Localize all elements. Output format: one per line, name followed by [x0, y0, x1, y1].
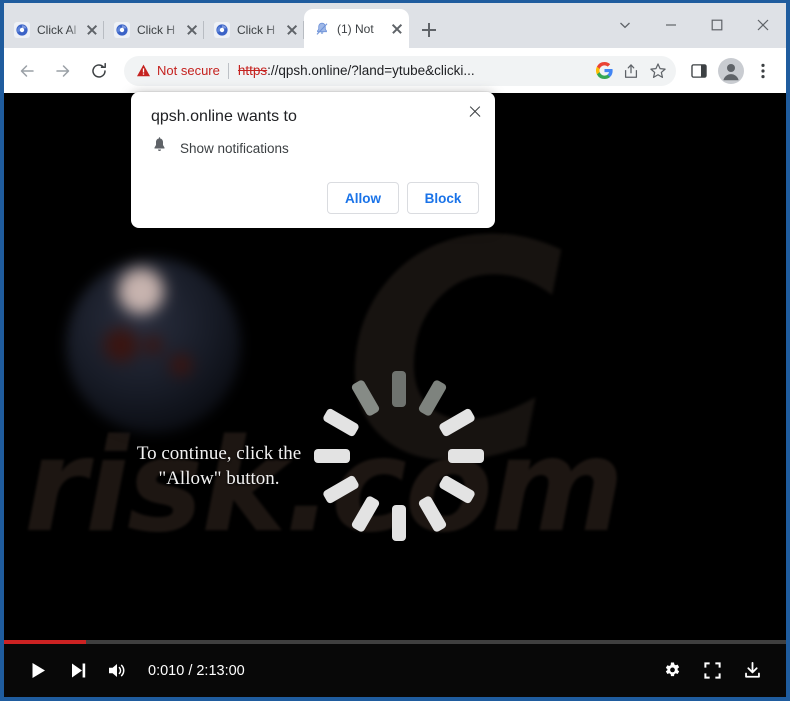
url-scheme-strikethrough: https: [237, 63, 268, 78]
browser-toolbar: Not secure https://qpsh.online/?land=ytu…: [4, 48, 786, 93]
new-tab-button[interactable]: [415, 16, 443, 44]
close-icon[interactable]: [740, 3, 786, 47]
back-arrow-icon[interactable]: [12, 56, 42, 86]
spinner-spoke: [321, 407, 361, 438]
time-display: 0:010 / 2:13:00: [148, 662, 245, 679]
spinner-spoke: [350, 378, 381, 418]
download-icon[interactable]: [732, 651, 772, 691]
dialog-title: qpsh.online wants to: [151, 108, 297, 125]
tab-close-icon[interactable]: [389, 21, 405, 37]
url-text: https://qpsh.online/?land=ytube&clicki..…: [238, 63, 589, 78]
google-lens-icon[interactable]: [592, 59, 616, 83]
fullscreen-icon[interactable]: [692, 651, 732, 691]
tab-close-icon[interactable]: [84, 22, 100, 38]
chrome-menu-icon[interactable]: [748, 56, 778, 86]
spinner-spoke: [417, 494, 448, 534]
tab-title: (1) Not: [337, 21, 374, 36]
play-button[interactable]: [18, 651, 58, 691]
tab-close-icon[interactable]: [184, 22, 200, 38]
window-controls: [602, 3, 786, 47]
tab-title: Click H: [237, 23, 275, 37]
share-icon[interactable]: [619, 59, 643, 83]
not-secure-label: Not secure: [157, 63, 220, 78]
dialog-actions: Allow Block: [131, 160, 495, 228]
allow-button[interactable]: Allow: [327, 182, 399, 214]
browser-window: Click Al Click H Click H (1) Not Not sec…: [0, 0, 790, 701]
notification-permission-dialog: qpsh.online wants to Show notifications …: [131, 92, 495, 228]
spinner-spoke: [437, 474, 477, 505]
spinner-spoke: [392, 505, 406, 541]
tab-0[interactable]: Click Al: [4, 12, 104, 48]
continue-instruction-text: To continue, click the "Allow" button.: [100, 441, 338, 491]
spinner-spoke: [417, 378, 448, 418]
loading-spinner: [314, 371, 484, 541]
video-controls-row: 0:010 / 2:13:00: [4, 644, 786, 697]
continue-line-1: To continue, click the: [136, 443, 302, 464]
dialog-permission-row: Show notifications: [131, 137, 495, 160]
continue-line-2: "Allow" button.: [158, 468, 280, 490]
bookmark-star-icon[interactable]: [646, 59, 670, 83]
profile-avatar[interactable]: [716, 56, 746, 86]
settings-gear-icon[interactable]: [652, 651, 692, 691]
video-player-bar: 0:010 / 2:13:00: [4, 640, 786, 697]
chrome-favicon: [14, 22, 30, 38]
omnibox-divider: [227, 62, 229, 79]
spinner-spoke: [321, 474, 361, 505]
chrome-favicon: [214, 22, 230, 38]
tab-3-active[interactable]: (1) Not: [304, 9, 409, 48]
volume-button[interactable]: [98, 651, 138, 691]
maximize-icon[interactable]: [694, 3, 740, 47]
bell-favicon: [314, 21, 330, 37]
chrome-favicon: [114, 22, 130, 38]
next-track-button[interactable]: [58, 651, 98, 691]
reload-icon[interactable]: [84, 56, 114, 86]
address-bar[interactable]: Not secure https://qpsh.online/?land=ytu…: [124, 55, 676, 86]
dialog-close-icon[interactable]: [463, 100, 487, 124]
block-button[interactable]: Block: [407, 182, 479, 214]
tab-title: Click H: [137, 23, 175, 37]
url-rest: ://qpsh.online/?land=ytube&clicki...: [267, 63, 475, 78]
spinner-spoke: [448, 449, 484, 463]
spinner-spoke: [392, 371, 406, 407]
dialog-permission-label: Show notifications: [180, 141, 289, 156]
tab-strip: Click Al Click H Click H (1) Not: [4, 3, 786, 48]
tab-title: Click Al: [37, 23, 77, 37]
bell-icon: [151, 137, 168, 160]
tab-search-chevron-down-icon[interactable]: [602, 3, 648, 47]
tab-1[interactable]: Click H: [104, 12, 204, 48]
blurred-video-thumbnail: [66, 258, 241, 433]
forward-arrow-icon[interactable]: [48, 56, 78, 86]
tab-2[interactable]: Click H: [204, 12, 304, 48]
minimize-icon[interactable]: [648, 3, 694, 47]
tab-close-icon[interactable]: [284, 22, 300, 38]
spinner-spoke: [437, 407, 477, 438]
spinner-spoke: [314, 449, 350, 463]
spinner-spoke: [350, 494, 381, 534]
side-panel-icon[interactable]: [684, 56, 714, 86]
not-secure-warning-icon[interactable]: [136, 63, 151, 78]
